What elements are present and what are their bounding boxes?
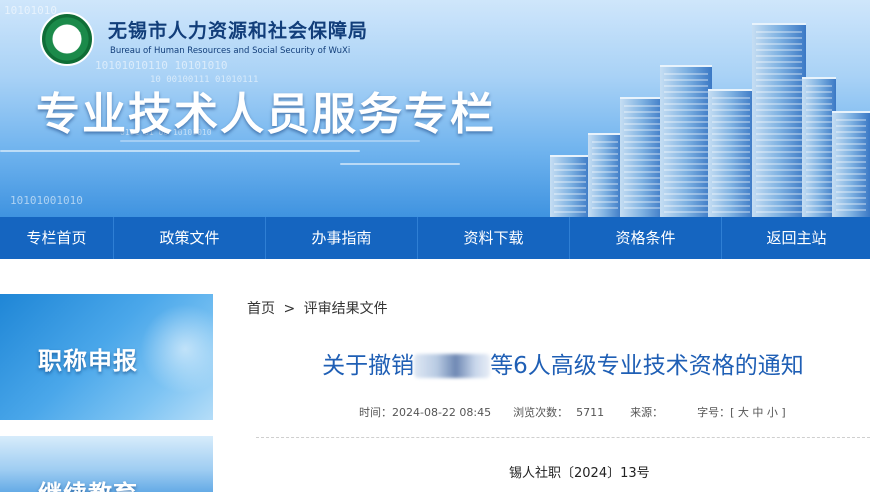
breadcrumb-home-link[interactable]: 首页	[247, 301, 275, 317]
fontsize-large-button[interactable]: 大	[738, 406, 749, 419]
article-meta: 时间：2024-08-22 08:45 浏览次数： 5711 来源： 字号：[ 大 中 …	[359, 404, 786, 420]
nav-item-downloads[interactable]: 资料下载	[418, 217, 570, 259]
logo-w-icon	[55, 31, 81, 48]
fontsize-medium-button[interactable]: 中	[752, 406, 763, 419]
light-streak	[340, 163, 460, 165]
article-title-prefix: 关于撤销	[322, 353, 415, 379]
redacted-name	[414, 354, 491, 378]
views-label: 浏览次数：	[513, 406, 569, 419]
nav-item-guide[interactable]: 办事指南	[266, 217, 418, 259]
views-value: 5711	[576, 406, 605, 419]
time-value: 2024-08-22 08:45	[392, 406, 492, 419]
article-title-suffix: 等6人高级专业技术资格的通知	[490, 353, 804, 379]
org-name-en: Bureau of Human Resources and Social Sec…	[110, 46, 351, 56]
article-title: 关于撤销 等6人高级专业技术资格的通知	[256, 346, 870, 380]
document-number: 锡人社职〔2024〕13号	[509, 466, 650, 481]
nav-item-qualifications[interactable]: 资格条件	[570, 217, 722, 259]
breadcrumb: 首页 > 评审结果文件	[247, 298, 388, 318]
site-title: 专业技术人员服务专栏	[36, 89, 496, 140]
city-skyline	[540, 17, 870, 217]
nav-item-main-site[interactable]: 返回主站	[722, 217, 870, 259]
sidebar-card-title-application[interactable]: 职称申报	[0, 294, 213, 420]
logo-icon[interactable]	[40, 12, 94, 66]
fontsize-small-button[interactable]: 小	[767, 406, 778, 419]
fontsize-bracket: [	[730, 406, 735, 419]
fontsize-label: 字号：	[697, 406, 731, 419]
light-streak	[0, 150, 360, 152]
banner-binary: 10101010110 10101010	[95, 59, 228, 72]
source-label: 来源：	[630, 406, 664, 419]
time-label: 时间：	[359, 406, 392, 419]
org-name-cn: 无锡市人力资源和社会保障局	[108, 20, 369, 42]
sidebar-card-label: 职称申报	[38, 347, 138, 375]
banner-binary: 10101010	[4, 4, 57, 17]
header-banner: 10101010 10101010110 10101010 0101 01 00…	[0, 0, 870, 217]
divider	[256, 437, 870, 438]
main-nav: 专栏首页 政策文件 办事指南 资料下载 资格条件 返回主站	[0, 217, 870, 259]
sidebar-card-continuing-education[interactable]: 继续教育	[0, 436, 213, 492]
breadcrumb-current-link[interactable]: 评审结果文件	[304, 301, 388, 317]
breadcrumb-separator: >	[283, 301, 296, 317]
nav-item-home[interactable]: 专栏首页	[0, 217, 114, 259]
sidebar-card-label: 继续教育	[38, 474, 138, 492]
fontsize-bracket: ]	[781, 406, 786, 419]
banner-binary: 10101001010	[10, 194, 83, 207]
nav-item-policy[interactable]: 政策文件	[114, 217, 266, 259]
